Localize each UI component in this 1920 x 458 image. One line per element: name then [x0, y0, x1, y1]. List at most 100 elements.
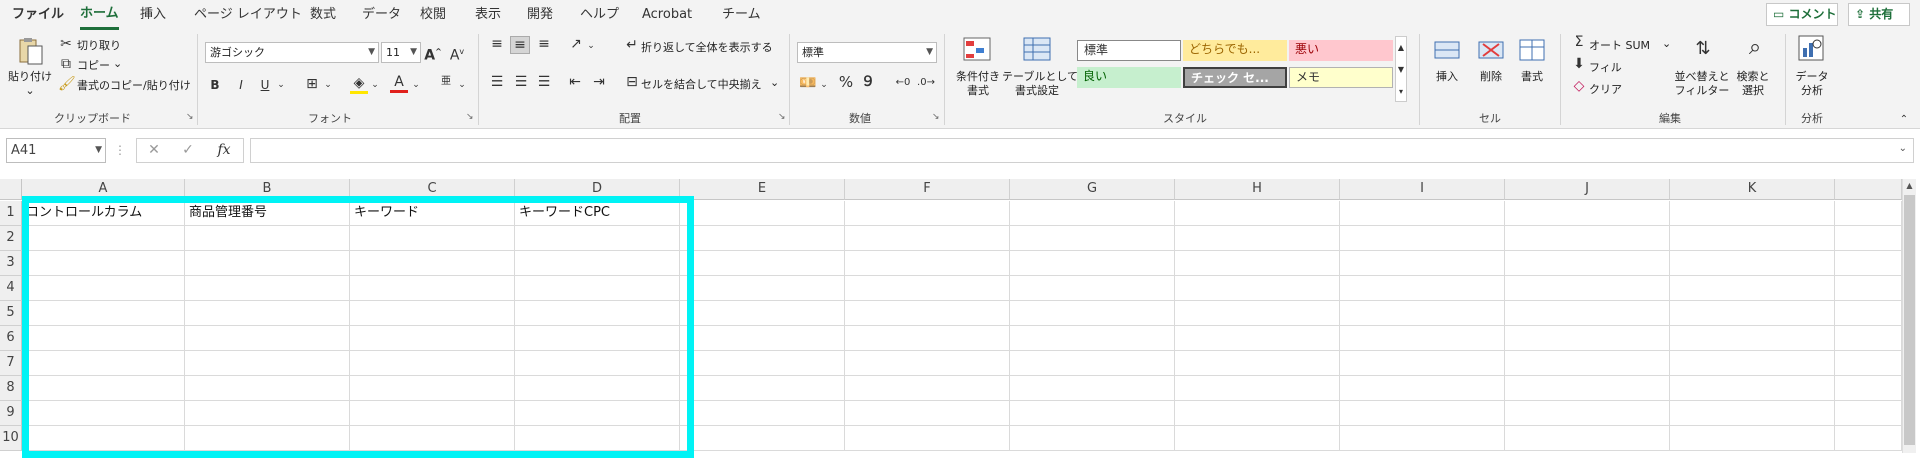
cell-f4[interactable] [845, 276, 1010, 301]
cell-f6[interactable] [845, 326, 1010, 351]
row-header-3[interactable]: 3 [0, 251, 22, 276]
column-header-d[interactable]: D [515, 179, 680, 200]
name-box[interactable]: A41 ▼ [6, 138, 106, 163]
cell-a3[interactable] [22, 251, 185, 276]
cell-k2[interactable] [1670, 226, 1835, 251]
column-header-k[interactable]: K [1670, 179, 1835, 200]
cell-partial[interactable] [1835, 326, 1902, 351]
cell-a1[interactable]: コントロールカラム [22, 201, 185, 226]
cell-b1[interactable]: 商品管理番号 [185, 201, 350, 226]
formula-input[interactable]: ⌄ [250, 138, 1914, 163]
cell-c5[interactable] [350, 301, 515, 326]
align-middle-icon[interactable]: ≡ [510, 36, 530, 54]
cell-i5[interactable] [1340, 301, 1505, 326]
cell-i8[interactable] [1340, 376, 1505, 401]
cell-c6[interactable] [350, 326, 515, 351]
cell-e8[interactable] [680, 376, 845, 401]
align-center-icon[interactable]: ☰ [512, 74, 530, 90]
cell-d5[interactable] [515, 301, 680, 326]
row-header-5[interactable]: 5 [0, 301, 22, 326]
cell-d9[interactable] [515, 401, 680, 426]
column-header-i[interactable]: I [1340, 179, 1505, 200]
cell-h1[interactable] [1175, 201, 1340, 226]
cell-d6[interactable] [515, 326, 680, 351]
borders-icon[interactable]: ⊞ [303, 76, 321, 92]
merge-center-button[interactable]: セルを結合して中央揃え [641, 76, 762, 92]
cell-j7[interactable] [1505, 351, 1670, 376]
collapse-ribbon-icon[interactable]: ⌃ [1896, 112, 1912, 128]
cell-k7[interactable] [1670, 351, 1835, 376]
tab-data[interactable]: データ [362, 0, 401, 30]
cell-h8[interactable] [1175, 376, 1340, 401]
conditional-format-button[interactable]: 条件付き 書式 [950, 70, 1006, 98]
cell-b8[interactable] [185, 376, 350, 401]
cell-d8[interactable] [515, 376, 680, 401]
autosum-dropdown-icon[interactable]: ⌄ [1662, 37, 1671, 50]
orientation-dropdown-icon[interactable]: ⌄ [586, 38, 596, 54]
cell-k1[interactable] [1670, 201, 1835, 226]
fill-button[interactable]: フィル [1589, 59, 1622, 75]
font-launcher-icon[interactable]: ↘ [466, 112, 474, 122]
cell-b3[interactable] [185, 251, 350, 276]
style-neutral[interactable]: どちらでも... [1183, 40, 1287, 61]
find-select-button[interactable]: 検索と 選択 [1730, 70, 1776, 98]
merge-dropdown-icon[interactable]: ⌄ [770, 76, 779, 89]
phonetic-dropdown-icon[interactable]: ⌄ [457, 77, 467, 93]
paste-dropdown-icon[interactable]: ⌄ [20, 84, 40, 98]
cell-partial[interactable] [1835, 201, 1902, 226]
decrease-indent-icon[interactable]: ⇤ [566, 74, 584, 90]
paste-button[interactable]: 貼り付け [8, 70, 52, 84]
cell-f5[interactable] [845, 301, 1010, 326]
column-header-b[interactable]: B [185, 179, 350, 200]
cell-a8[interactable] [22, 376, 185, 401]
select-all-button[interactable] [0, 179, 22, 200]
tab-page-layout[interactable]: ページ レイアウト [194, 0, 302, 30]
cell-d1[interactable]: キーワードCPC [515, 201, 680, 226]
cell-i1[interactable] [1340, 201, 1505, 226]
cell-k4[interactable] [1670, 276, 1835, 301]
column-header-c[interactable]: C [350, 179, 515, 200]
column-header-g[interactable]: G [1010, 179, 1175, 200]
row-header-7[interactable]: 7 [0, 351, 22, 376]
orientation-icon[interactable]: ↗ [566, 36, 586, 52]
cell-c8[interactable] [350, 376, 515, 401]
cell-partial[interactable] [1835, 401, 1902, 426]
cell-e9[interactable] [680, 401, 845, 426]
vertical-scrollbar[interactable]: ▲ [1902, 179, 1916, 453]
cell-d7[interactable] [515, 351, 680, 376]
tab-developer[interactable]: 開発 [527, 0, 553, 30]
tab-formulas[interactable]: 数式 [310, 0, 336, 30]
tab-team[interactable]: チーム [722, 0, 761, 30]
format-cells-button[interactable]: 書式 [1515, 70, 1549, 84]
style-check-cell[interactable]: チェック セ... [1183, 67, 1287, 88]
cell-k5[interactable] [1670, 301, 1835, 326]
cell-e2[interactable] [680, 226, 845, 251]
cell-b5[interactable] [185, 301, 350, 326]
tab-file[interactable]: ファイル [12, 0, 64, 30]
style-good[interactable]: 良い [1077, 67, 1181, 88]
style-bad[interactable]: 悪い [1289, 40, 1393, 61]
cell-partial[interactable] [1835, 226, 1902, 251]
cell-b7[interactable] [185, 351, 350, 376]
cell-g1[interactable] [1010, 201, 1175, 226]
cell-b10[interactable] [185, 426, 350, 451]
font-size-combo[interactable]: 11 ▼ [381, 42, 421, 63]
cell-partial[interactable] [1835, 301, 1902, 326]
cell-c2[interactable] [350, 226, 515, 251]
cell-g8[interactable] [1010, 376, 1175, 401]
tab-insert[interactable]: 挿入 [140, 0, 166, 30]
phonetic-icon[interactable]: 亜 [438, 74, 454, 90]
cell-c9[interactable] [350, 401, 515, 426]
borders-dropdown-icon[interactable]: ⌄ [323, 77, 333, 93]
cell-b9[interactable] [185, 401, 350, 426]
cell-b4[interactable] [185, 276, 350, 301]
cell-k9[interactable] [1670, 401, 1835, 426]
insert-function-icon[interactable]: fx [215, 142, 233, 158]
expand-formula-icon[interactable]: ⌄ [1899, 143, 1907, 154]
cell-k8[interactable] [1670, 376, 1835, 401]
clear-button[interactable]: クリア [1589, 81, 1622, 97]
cell-j5[interactable] [1505, 301, 1670, 326]
cell-g6[interactable] [1010, 326, 1175, 351]
increase-indent-icon[interactable]: ⇥ [590, 74, 608, 90]
cell-j10[interactable] [1505, 426, 1670, 451]
